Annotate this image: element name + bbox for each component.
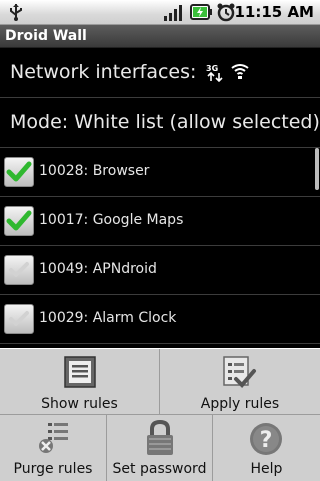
app-label: 10049: APNdroid <box>39 261 157 277</box>
lock-icon <box>147 419 173 455</box>
app-row-browser[interactable]: 10028: Browser <box>0 148 320 197</box>
apply-list-check-icon <box>223 356 256 388</box>
app-row-alarm-clock[interactable]: 10029: Alarm Clock <box>0 295 320 344</box>
mode-row[interactable]: Mode: White list (allow selected) <box>0 98 320 148</box>
document-icon <box>64 356 96 388</box>
clock-time: 11:15 AM <box>234 3 314 21</box>
set-password-button[interactable]: Set password <box>107 415 213 481</box>
purge-list-icon <box>39 423 68 453</box>
unchecked-mark-icon <box>9 262 29 277</box>
alarm-clock-icon <box>216 2 236 26</box>
wifi-icon[interactable] <box>230 61 250 85</box>
network-interfaces-row: Network interfaces: 3G <box>0 48 320 98</box>
app-title-bar: Droid Wall <box>0 25 320 48</box>
app-title: Droid Wall <box>5 28 87 44</box>
help-icon: ? <box>250 423 282 455</box>
svg-text:?: ? <box>260 428 273 453</box>
set-password-label: Set password <box>112 461 207 477</box>
status-bar: 11:15 AM <box>0 0 320 25</box>
usb-icon <box>8 3 24 25</box>
app-label: 10017: Google Maps <box>39 212 184 228</box>
apply-rules-button[interactable]: Apply rules <box>160 349 320 415</box>
battery-charging-icon <box>190 4 212 24</box>
app-list: 10028: Browser 10017: Google Maps 10049:… <box>0 148 320 348</box>
app-label: 10028: Browser <box>39 163 150 179</box>
unchecked-mark-icon <box>9 311 29 326</box>
help-button[interactable]: ? Help <box>213 415 320 481</box>
app-checkbox-apndroid[interactable] <box>4 255 34 285</box>
options-menu: Show rules Apply rules Purge rules Set p… <box>0 348 320 481</box>
show-rules-button[interactable]: Show rules <box>0 349 160 415</box>
network-interfaces-label: Network interfaces: <box>10 61 197 83</box>
signal-icon <box>164 4 184 25</box>
apply-rules-label: Apply rules <box>200 396 280 412</box>
checked-mark-icon <box>6 210 32 231</box>
help-label: Help <box>250 461 283 477</box>
3g-data-icon[interactable]: 3G <box>205 62 225 86</box>
app-checkbox-google-maps[interactable] <box>4 206 34 236</box>
app-row-google-maps[interactable]: 10017: Google Maps <box>0 197 320 246</box>
list-scrollbar[interactable] <box>315 148 319 190</box>
svg-text:3G: 3G <box>206 64 218 73</box>
checked-mark-icon <box>6 161 32 182</box>
mode-label: Mode: White list (allow selected) <box>10 111 320 133</box>
purge-rules-label: Purge rules <box>13 461 93 477</box>
app-checkbox-alarm-clock[interactable] <box>4 304 34 334</box>
app-row-apndroid[interactable]: 10049: APNdroid <box>0 246 320 295</box>
app-label: 10029: Alarm Clock <box>39 310 177 326</box>
app-checkbox-browser[interactable] <box>4 157 34 187</box>
show-rules-label: Show rules <box>41 396 118 412</box>
purge-rules-button[interactable]: Purge rules <box>0 415 107 481</box>
